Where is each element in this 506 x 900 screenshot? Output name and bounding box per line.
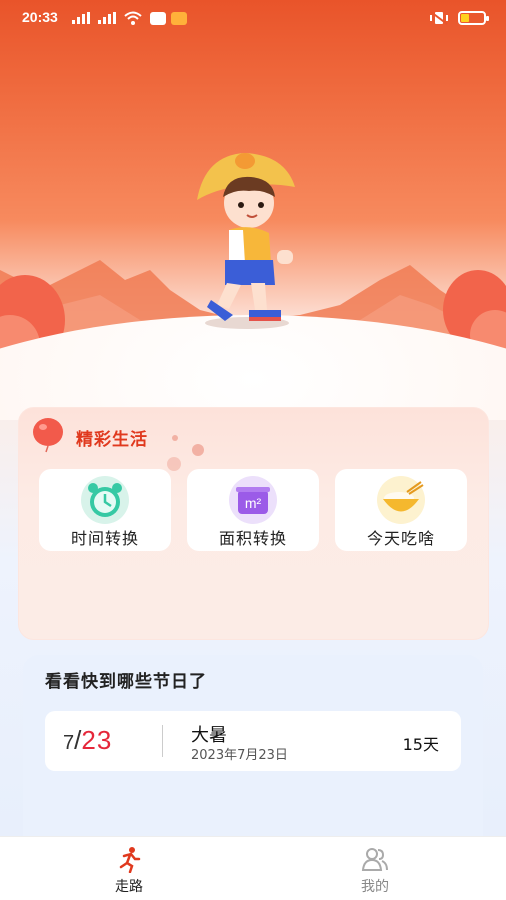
- status-bar: 20:33: [0, 0, 506, 38]
- users-icon: [361, 848, 388, 871]
- days-remaining: 15天: [402, 735, 439, 754]
- signal-icon: [98, 12, 116, 24]
- tab-label: 走路: [115, 879, 143, 895]
- wifi-icon: [124, 11, 142, 25]
- status-time: 20:33: [22, 9, 58, 25]
- tab-walk[interactable]: 走路: [89, 845, 169, 896]
- hero-banner: [0, 0, 506, 420]
- tool-area-convert[interactable]: m² 面积转换: [187, 469, 319, 551]
- svg-text:m²: m²: [245, 495, 262, 511]
- tool-label: 时间转换: [70, 529, 139, 548]
- decoration-dot: [167, 457, 181, 471]
- section-title: 看看快到哪些节日了: [45, 672, 207, 692]
- rice-bowl-icon: [377, 476, 425, 524]
- festival-full-date: 2023年7月23日: [191, 748, 288, 763]
- runner-icon: [119, 847, 141, 873]
- alarm-clock-icon: [81, 476, 129, 524]
- festival-section-card: 看看快到哪些节日了 7/23 大暑 2023年7月23日 15天: [23, 655, 483, 855]
- tab-label: 我的: [361, 879, 389, 895]
- bottom-tab-bar: 走路 我的: [0, 836, 506, 900]
- tool-label: 面积转换: [218, 529, 287, 548]
- tool-what-to-eat[interactable]: 今天吃啥: [335, 469, 467, 551]
- app-notification-icon: [171, 12, 187, 25]
- walking-kid-illustration: [197, 153, 295, 329]
- vibrate-mute-icon: [430, 11, 448, 25]
- festival-month: 7: [63, 732, 75, 754]
- balloon-icon: [33, 418, 63, 453]
- divider: [162, 725, 163, 757]
- tab-mine[interactable]: 我的: [335, 845, 415, 896]
- life-section-card: 精彩生活 时间转换 m² 面积转换 今天吃啥: [18, 407, 489, 640]
- tool-time-convert[interactable]: 时间转换: [39, 469, 171, 551]
- decoration-dot: [172, 435, 178, 441]
- festival-item[interactable]: 7/23 大暑 2023年7月23日 15天: [45, 711, 461, 771]
- square-meter-icon: m²: [229, 476, 277, 524]
- section-title: 精彩生活: [76, 430, 148, 450]
- battery-icon: [458, 11, 489, 25]
- notification-icon: [150, 12, 166, 25]
- festival-day: 23: [81, 725, 113, 755]
- signal-icon: [72, 12, 90, 24]
- decoration-dot: [192, 444, 204, 456]
- tool-label: 今天吃啥: [366, 529, 435, 548]
- festival-date: 7/23: [63, 725, 112, 756]
